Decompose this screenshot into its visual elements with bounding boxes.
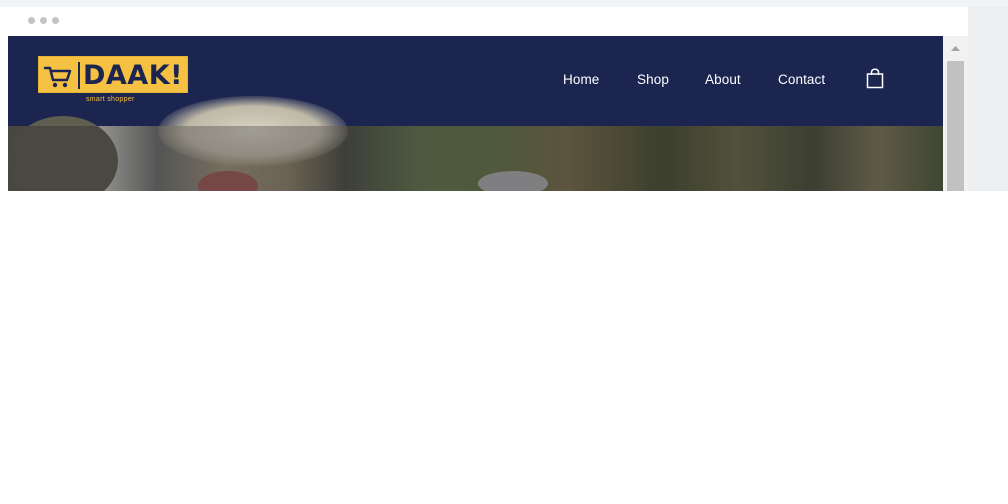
brand-name: DAAK! (83, 60, 183, 91)
shopping-bag-icon[interactable] (866, 68, 884, 89)
site-header: DAAK! smart shopper Home Shop About Cont… (8, 36, 943, 126)
shopping-cart-icon (43, 66, 72, 88)
brand-tagline: smart shopper (86, 96, 135, 103)
window-chrome-bar (8, 7, 968, 36)
page-gutter (968, 7, 1008, 191)
scroll-up-arrow-icon[interactable] (943, 36, 968, 60)
nav-link-about[interactable]: About (705, 72, 741, 87)
nav-link-home[interactable]: Home (563, 72, 599, 87)
scrollbar-thumb[interactable] (947, 61, 964, 191)
site-logo[interactable]: DAAK! smart shopper (38, 56, 188, 106)
browser-window: DAAK! smart shopper Home Shop About Cont… (8, 7, 968, 191)
logo-divider (78, 62, 80, 89)
vertical-scrollbar[interactable] (943, 36, 968, 191)
hero-image (8, 96, 943, 191)
window-control-dot[interactable] (28, 17, 35, 24)
page-viewport: DAAK! smart shopper Home Shop About Cont… (8, 36, 943, 191)
nav-link-contact[interactable]: Contact (778, 72, 825, 87)
window-control-dot[interactable] (40, 17, 47, 24)
hero-overlay (8, 126, 943, 191)
window-control-dot[interactable] (52, 17, 59, 24)
nav-link-shop[interactable]: Shop (637, 72, 669, 87)
logo-badge: DAAK! (38, 56, 188, 93)
page-background (0, 0, 1008, 7)
